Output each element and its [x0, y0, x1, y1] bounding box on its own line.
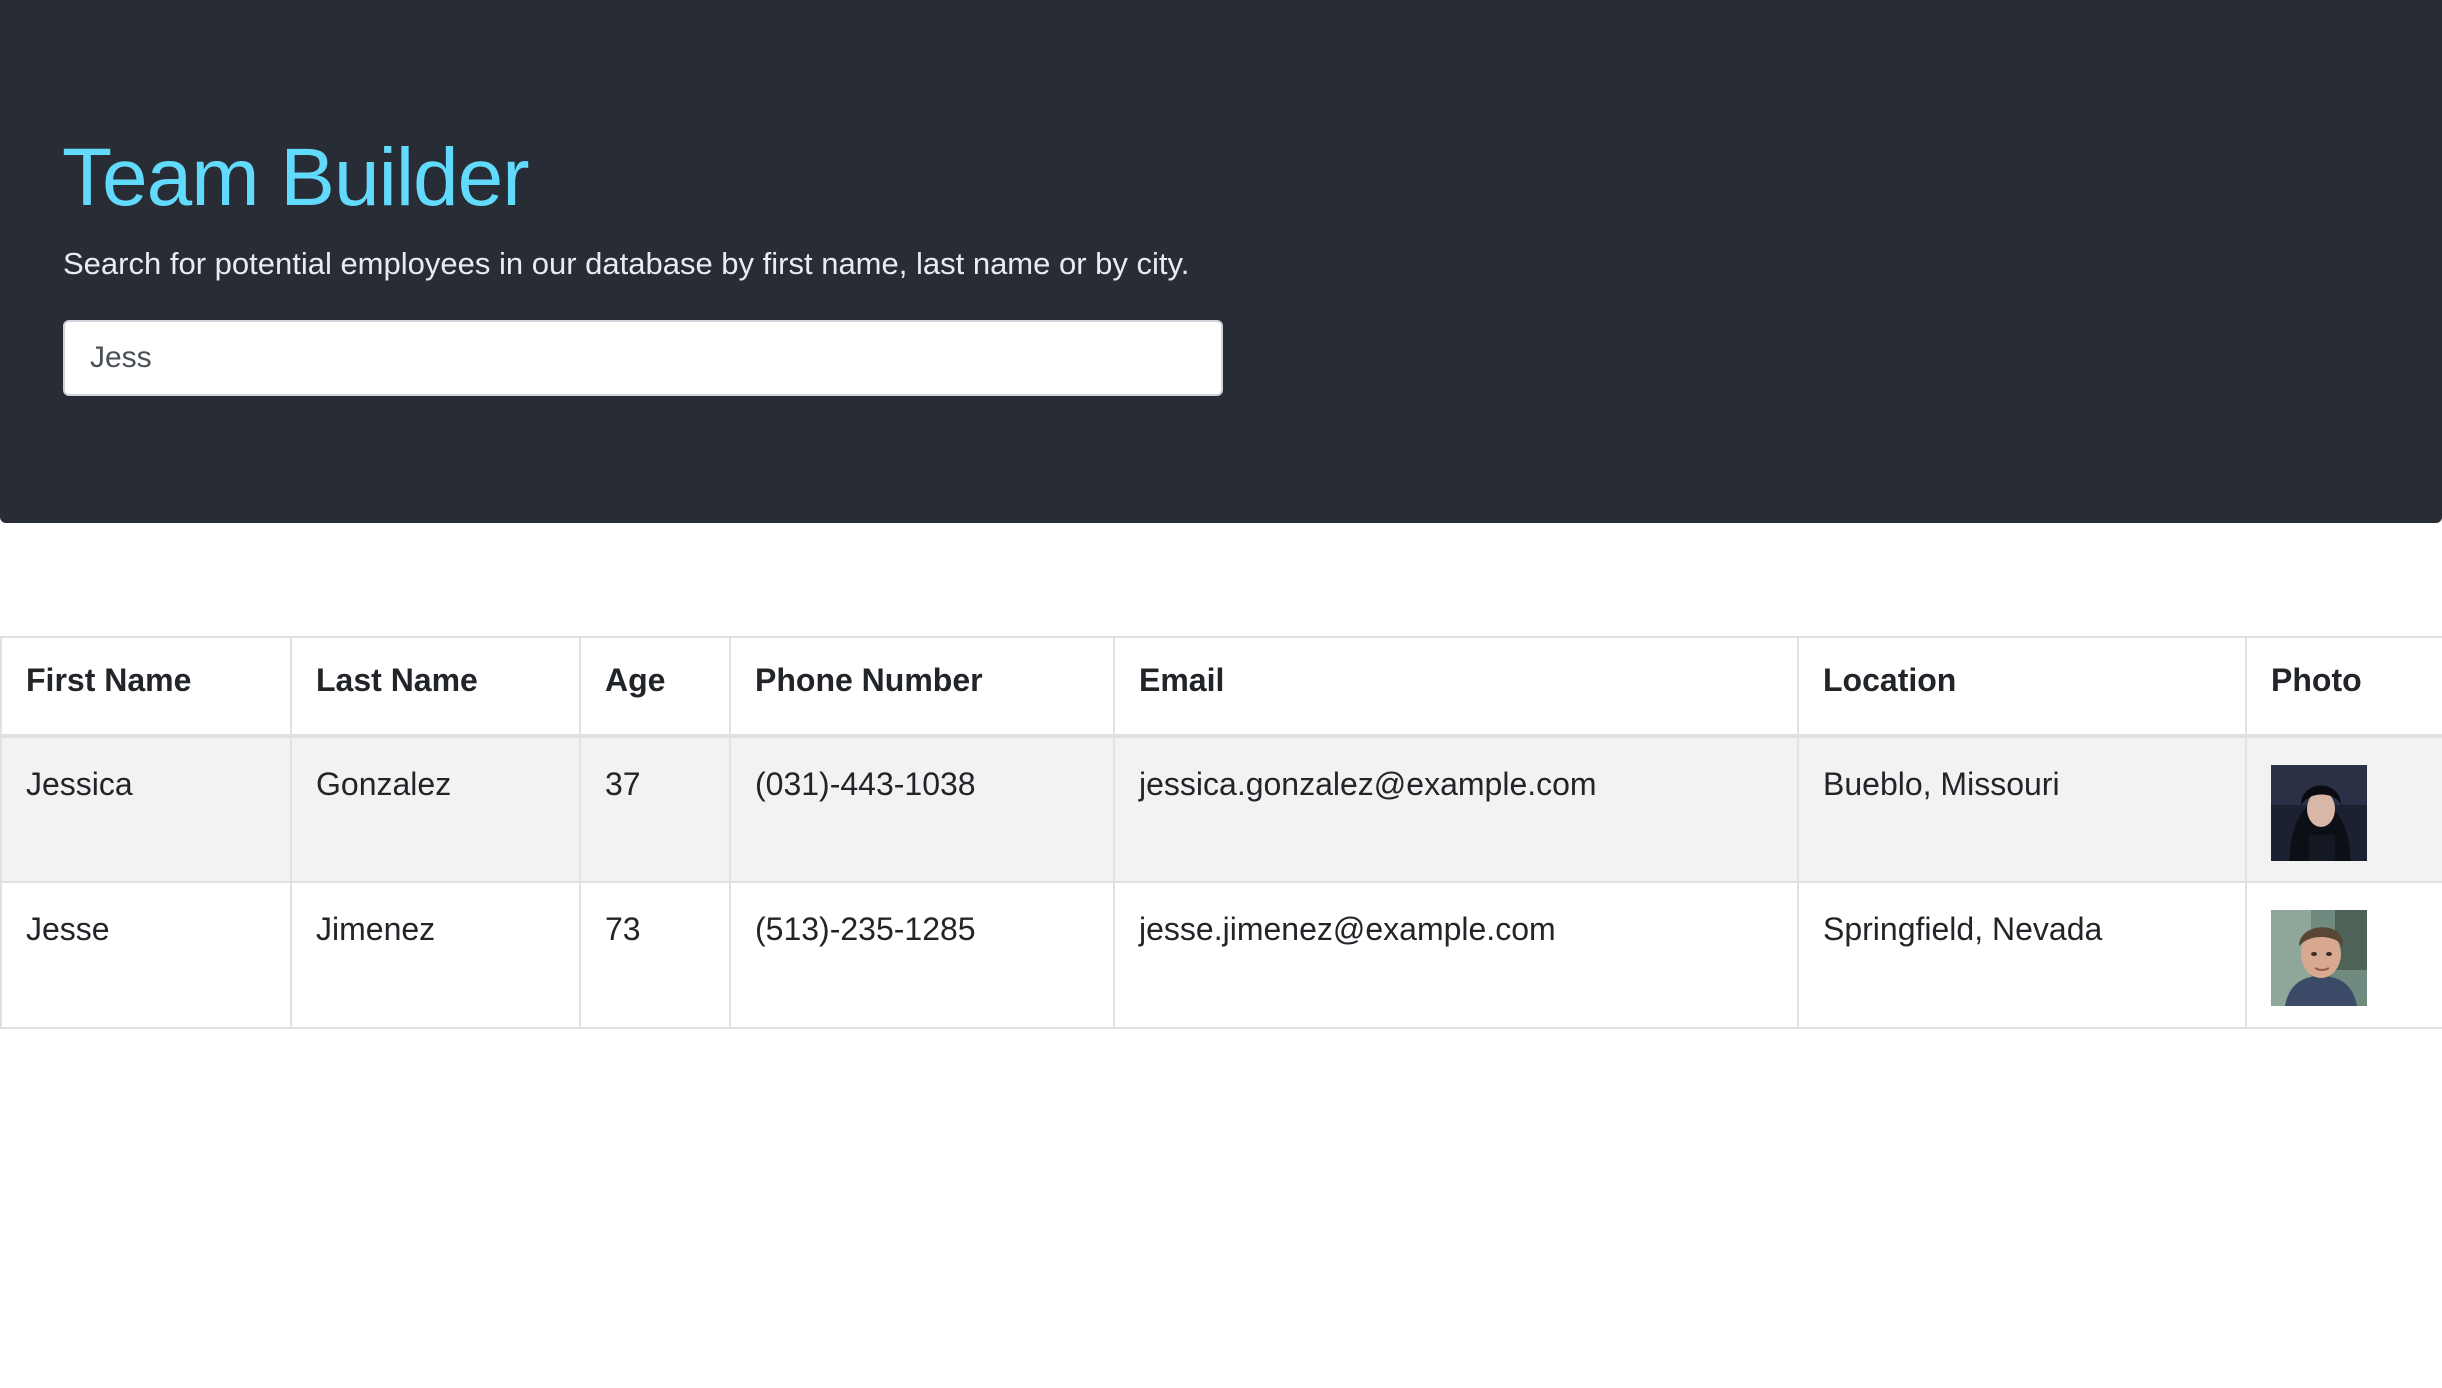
table-body: Jessica Gonzalez 37 (031)-443-1038 jessi… — [0, 735, 2442, 1029]
column-header-email[interactable]: Email — [1113, 636, 1799, 738]
cell-phone: (031)-443-1038 — [729, 735, 1115, 883]
cell-phone: (513)-235-1285 — [729, 881, 1115, 1029]
avatar-photo-icon — [2271, 910, 2367, 1006]
avatar-photo-icon — [2271, 765, 2367, 861]
column-header-location[interactable]: Location — [1797, 636, 2247, 738]
table-row: Jessica Gonzalez 37 (031)-443-1038 jessi… — [0, 735, 2442, 883]
page-title: Team Builder — [62, 132, 530, 223]
column-header-first-name[interactable]: First Name — [0, 636, 292, 738]
cell-photo — [2245, 881, 2442, 1029]
column-header-last-name[interactable]: Last Name — [290, 636, 581, 738]
column-header-photo[interactable]: Photo — [2245, 636, 2442, 738]
table-header: First Name Last Name Age Phone Number Em… — [0, 636, 2442, 738]
cell-email: jesse.jimenez@example.com — [1113, 881, 1799, 1029]
cell-first-name: Jessica — [0, 735, 292, 883]
table-header-row: First Name Last Name Age Phone Number Em… — [0, 636, 2442, 738]
cell-location: Bueblo, Missouri — [1797, 735, 2247, 883]
column-header-age[interactable]: Age — [579, 636, 731, 738]
cell-location: Springfield, Nevada — [1797, 881, 2247, 1029]
cell-age: 73 — [579, 881, 731, 1029]
cell-photo — [2245, 735, 2442, 883]
table-row: Jesse Jimenez 73 (513)-235-1285 jesse.ji… — [0, 881, 2442, 1029]
employee-table: First Name Last Name Age Phone Number Em… — [0, 636, 2442, 1029]
cell-email: jessica.gonzalez@example.com — [1113, 735, 1799, 883]
header-jumbotron: Team Builder Search for potential employ… — [0, 0, 2442, 523]
page-subtitle: Search for potential employees in our da… — [63, 246, 1190, 281]
cell-age: 37 — [579, 735, 731, 883]
cell-first-name: Jesse — [0, 881, 292, 1029]
cell-last-name: Gonzalez — [290, 735, 581, 883]
cell-last-name: Jimenez — [290, 881, 581, 1029]
column-header-phone-number[interactable]: Phone Number — [729, 636, 1115, 738]
search-input[interactable] — [63, 320, 1223, 396]
